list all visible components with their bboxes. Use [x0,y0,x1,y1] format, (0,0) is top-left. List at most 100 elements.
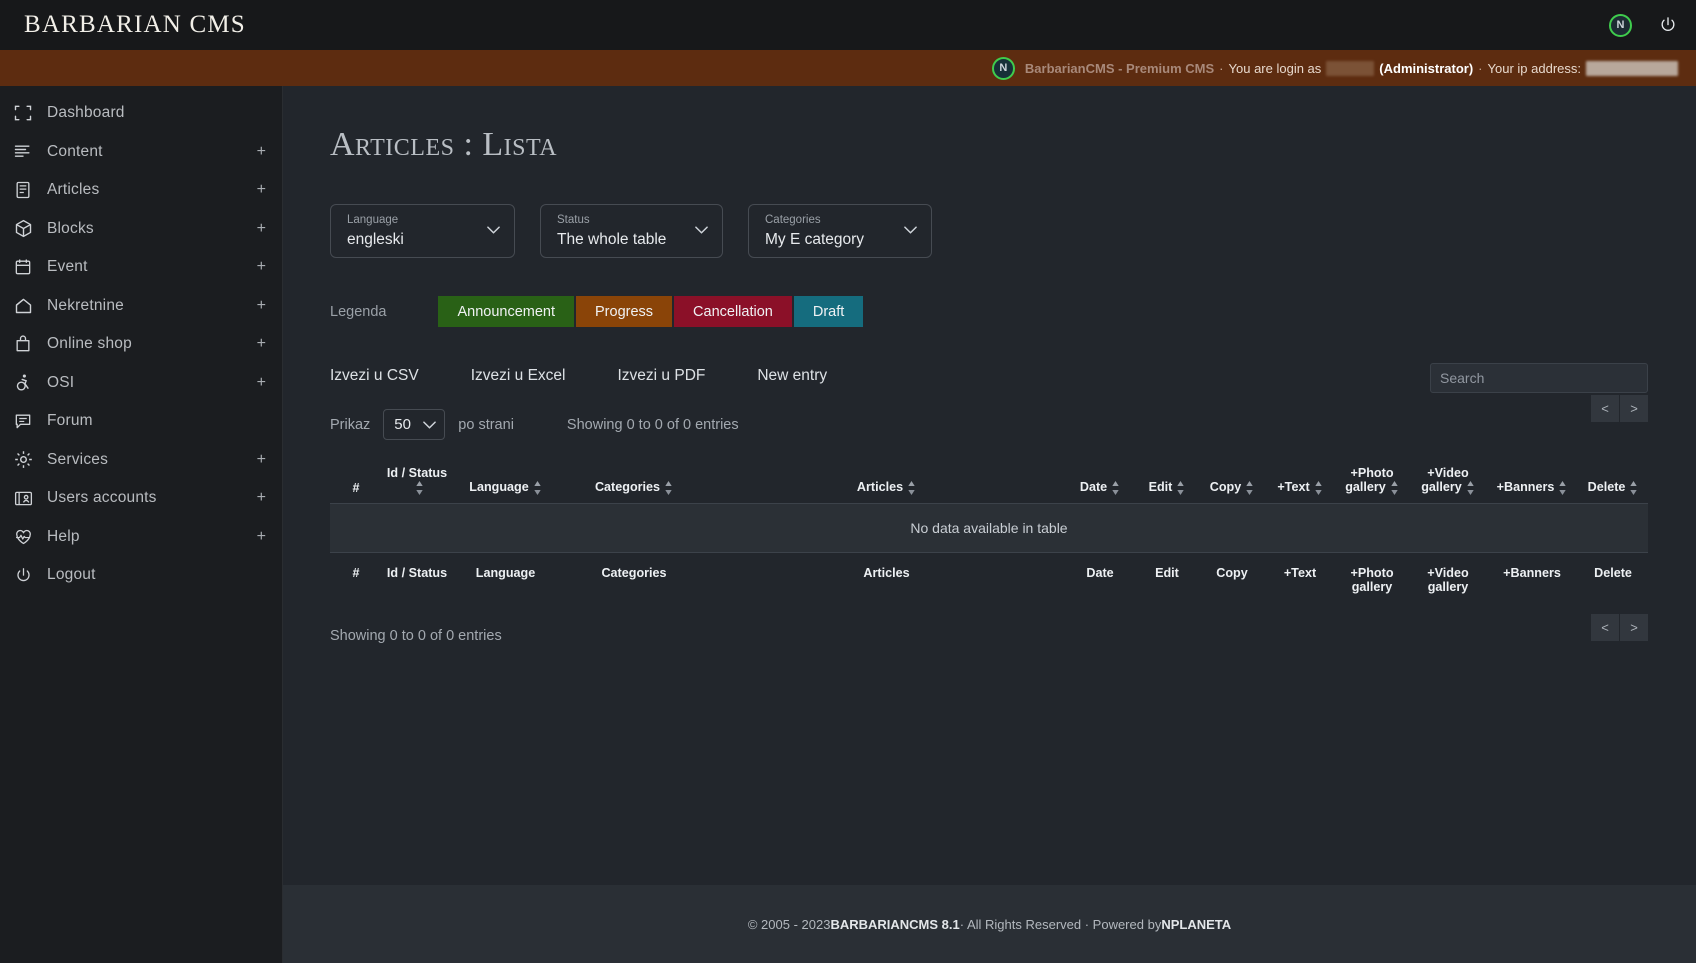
sidebar-item-osi[interactable]: OSI + [0,364,282,403]
col-photo-gallery[interactable]: +Photo gallery [1334,458,1410,503]
showing-entries-top: Showing 0 to 0 of 0 entries [566,416,739,433]
sidebar-item-logout[interactable]: Logout [0,556,282,595]
notice-text: BarbarianCMS - Premium CMS · You are log… [1025,60,1678,76]
expand-icon[interactable]: + [257,297,266,314]
ip-label: Your ip address: [1487,60,1581,76]
expand-icon[interactable]: + [257,336,266,352]
sort-icon[interactable] [1176,480,1185,495]
footcol-edit: Edit [1155,565,1179,580]
language-select[interactable]: Language engleski [330,204,515,258]
notice-bar: N BarbarianCMS - Premium CMS · You are l… [0,50,1696,86]
sidebar-item-users-accounts[interactable]: Users accounts + [0,479,282,518]
top-bar-icons: N [1609,13,1678,37]
content-lines-icon [8,141,38,163]
prev-page-button-bottom[interactable]: < [1591,613,1619,641]
footcol-articles: Articles [863,565,910,580]
col-language[interactable]: Language [452,458,559,503]
expand-icon[interactable]: + [257,374,266,391]
next-page-button-top[interactable]: > [1620,395,1648,422]
status-select-value: The whole table [557,231,667,248]
col-delete[interactable]: Delete [1578,458,1648,503]
next-page-button-bottom[interactable]: > [1620,613,1648,641]
sidebar-item-event[interactable]: Event + [0,248,282,287]
expand-icon[interactable]: + [257,528,266,545]
table-head: # Id / Status Language Categories Articl… [330,458,1648,504]
col-id-status[interactable]: Id / Status [382,458,452,503]
expand-icon[interactable]: + [257,143,266,160]
table-footer-row: # Id / Status Language Categories Articl… [330,552,1648,604]
footcol-delete: Delete [1594,565,1632,580]
sidebar-item-services[interactable]: Services + [0,441,282,480]
col-text[interactable]: +Text [1266,458,1334,503]
categories-select-label: Categories [765,214,821,226]
expand-icon[interactable]: + [257,182,266,198]
expand-icon[interactable]: + [257,451,266,468]
sort-icon[interactable] [1558,480,1567,495]
expand-icon[interactable]: + [257,490,266,506]
filters-row: Language engleski Status The whole table… [283,164,1696,258]
sort-icon[interactable] [533,480,542,495]
col-categories[interactable]: Categories [559,458,709,503]
page-size-select[interactable]: 50 [383,409,446,440]
sort-icon[interactable] [664,480,673,495]
col-banners[interactable]: +Banners [1486,458,1578,503]
id-card-icon [8,487,38,509]
categories-select[interactable]: Categories My E category [748,204,932,258]
footcol-video-gallery: +Video gallery [1427,565,1469,594]
export-csv-button[interactable]: Izvezi u CSV [330,367,419,385]
sidebar-item-articles[interactable]: Articles + [0,171,282,210]
sidebar-item-dashboard[interactable]: Dashboard [0,94,282,133]
sort-icon[interactable] [1466,480,1475,495]
sort-icon[interactable] [1314,480,1323,495]
col-articles[interactable]: Articles [709,458,1064,503]
sidebar-item-content[interactable]: Content + [0,133,282,172]
sidebar-item-online-shop[interactable]: Online shop + [0,325,282,364]
notification-badge-icon[interactable]: N [1609,13,1632,37]
footcol-id-status: Id / Status [386,565,448,580]
cube-icon [8,218,38,240]
table-empty-message: No data available in table [330,503,1648,553]
sidebar-item-label: Blocks [47,219,94,237]
col-date[interactable]: Date [1064,458,1136,503]
col-edit[interactable]: Edit [1136,458,1198,503]
page-footer: © 2005 - 2023 BARBARIANCMS 8.1 · All Rig… [283,885,1696,963]
sort-icon[interactable] [1245,480,1254,495]
legend-draft[interactable]: Draft [793,296,864,327]
po-strani-label: po strani [458,416,514,433]
export-pdf-button[interactable]: Izvezi u PDF [618,367,706,385]
sidebar-item-forum[interactable]: Forum [0,402,282,441]
status-select[interactable]: Status The whole table [540,204,723,258]
new-entry-button[interactable]: New entry [757,367,827,385]
gear-icon [8,449,38,471]
sidebar-item-label: Forum [47,412,93,430]
legend-progress[interactable]: Progress [576,296,673,327]
sidebar-item-nekretnine[interactable]: Nekretnine + [0,287,282,326]
footcol-copy: Copy [1216,565,1248,580]
expand-icon[interactable]: + [257,220,266,237]
sidebar: Dashboard Content + Articles + Blocks + [0,86,283,963]
sort-icon[interactable] [1629,480,1638,495]
footcol-index: # [352,565,360,580]
sort-icon[interactable] [415,480,424,495]
legend-cancellation[interactable]: Cancellation [674,296,792,327]
sort-icon[interactable] [1390,480,1399,495]
legend-row: Legenda Announcement Progress Cancellati… [283,258,1696,327]
footer-copyright: © 2005 - 2023 [747,916,831,932]
pagination-bottom: < > [1591,613,1648,641]
legend-announcement[interactable]: Announcement [438,296,574,327]
main-content: Articles : Lista Language engleski Statu… [283,86,1696,963]
chevron-down-icon [487,226,500,234]
col-copy[interactable]: Copy [1198,458,1266,503]
col-video-gallery[interactable]: +Video gallery [1410,458,1486,503]
expand-icon[interactable]: + [257,259,266,275]
footcol-date: Date [1086,565,1114,580]
sort-icon[interactable] [1111,480,1120,495]
prev-page-button-top[interactable]: < [1591,395,1619,422]
power-icon[interactable] [1658,15,1678,35]
sidebar-item-label: Users accounts [47,489,157,507]
export-excel-button[interactable]: Izvezi u Excel [471,367,566,385]
sidebar-item-blocks[interactable]: Blocks + [0,210,282,249]
sort-icon[interactable] [907,480,916,495]
sidebar-item-label: Dashboard [47,104,125,122]
sidebar-item-help[interactable]: Help + [0,518,282,557]
